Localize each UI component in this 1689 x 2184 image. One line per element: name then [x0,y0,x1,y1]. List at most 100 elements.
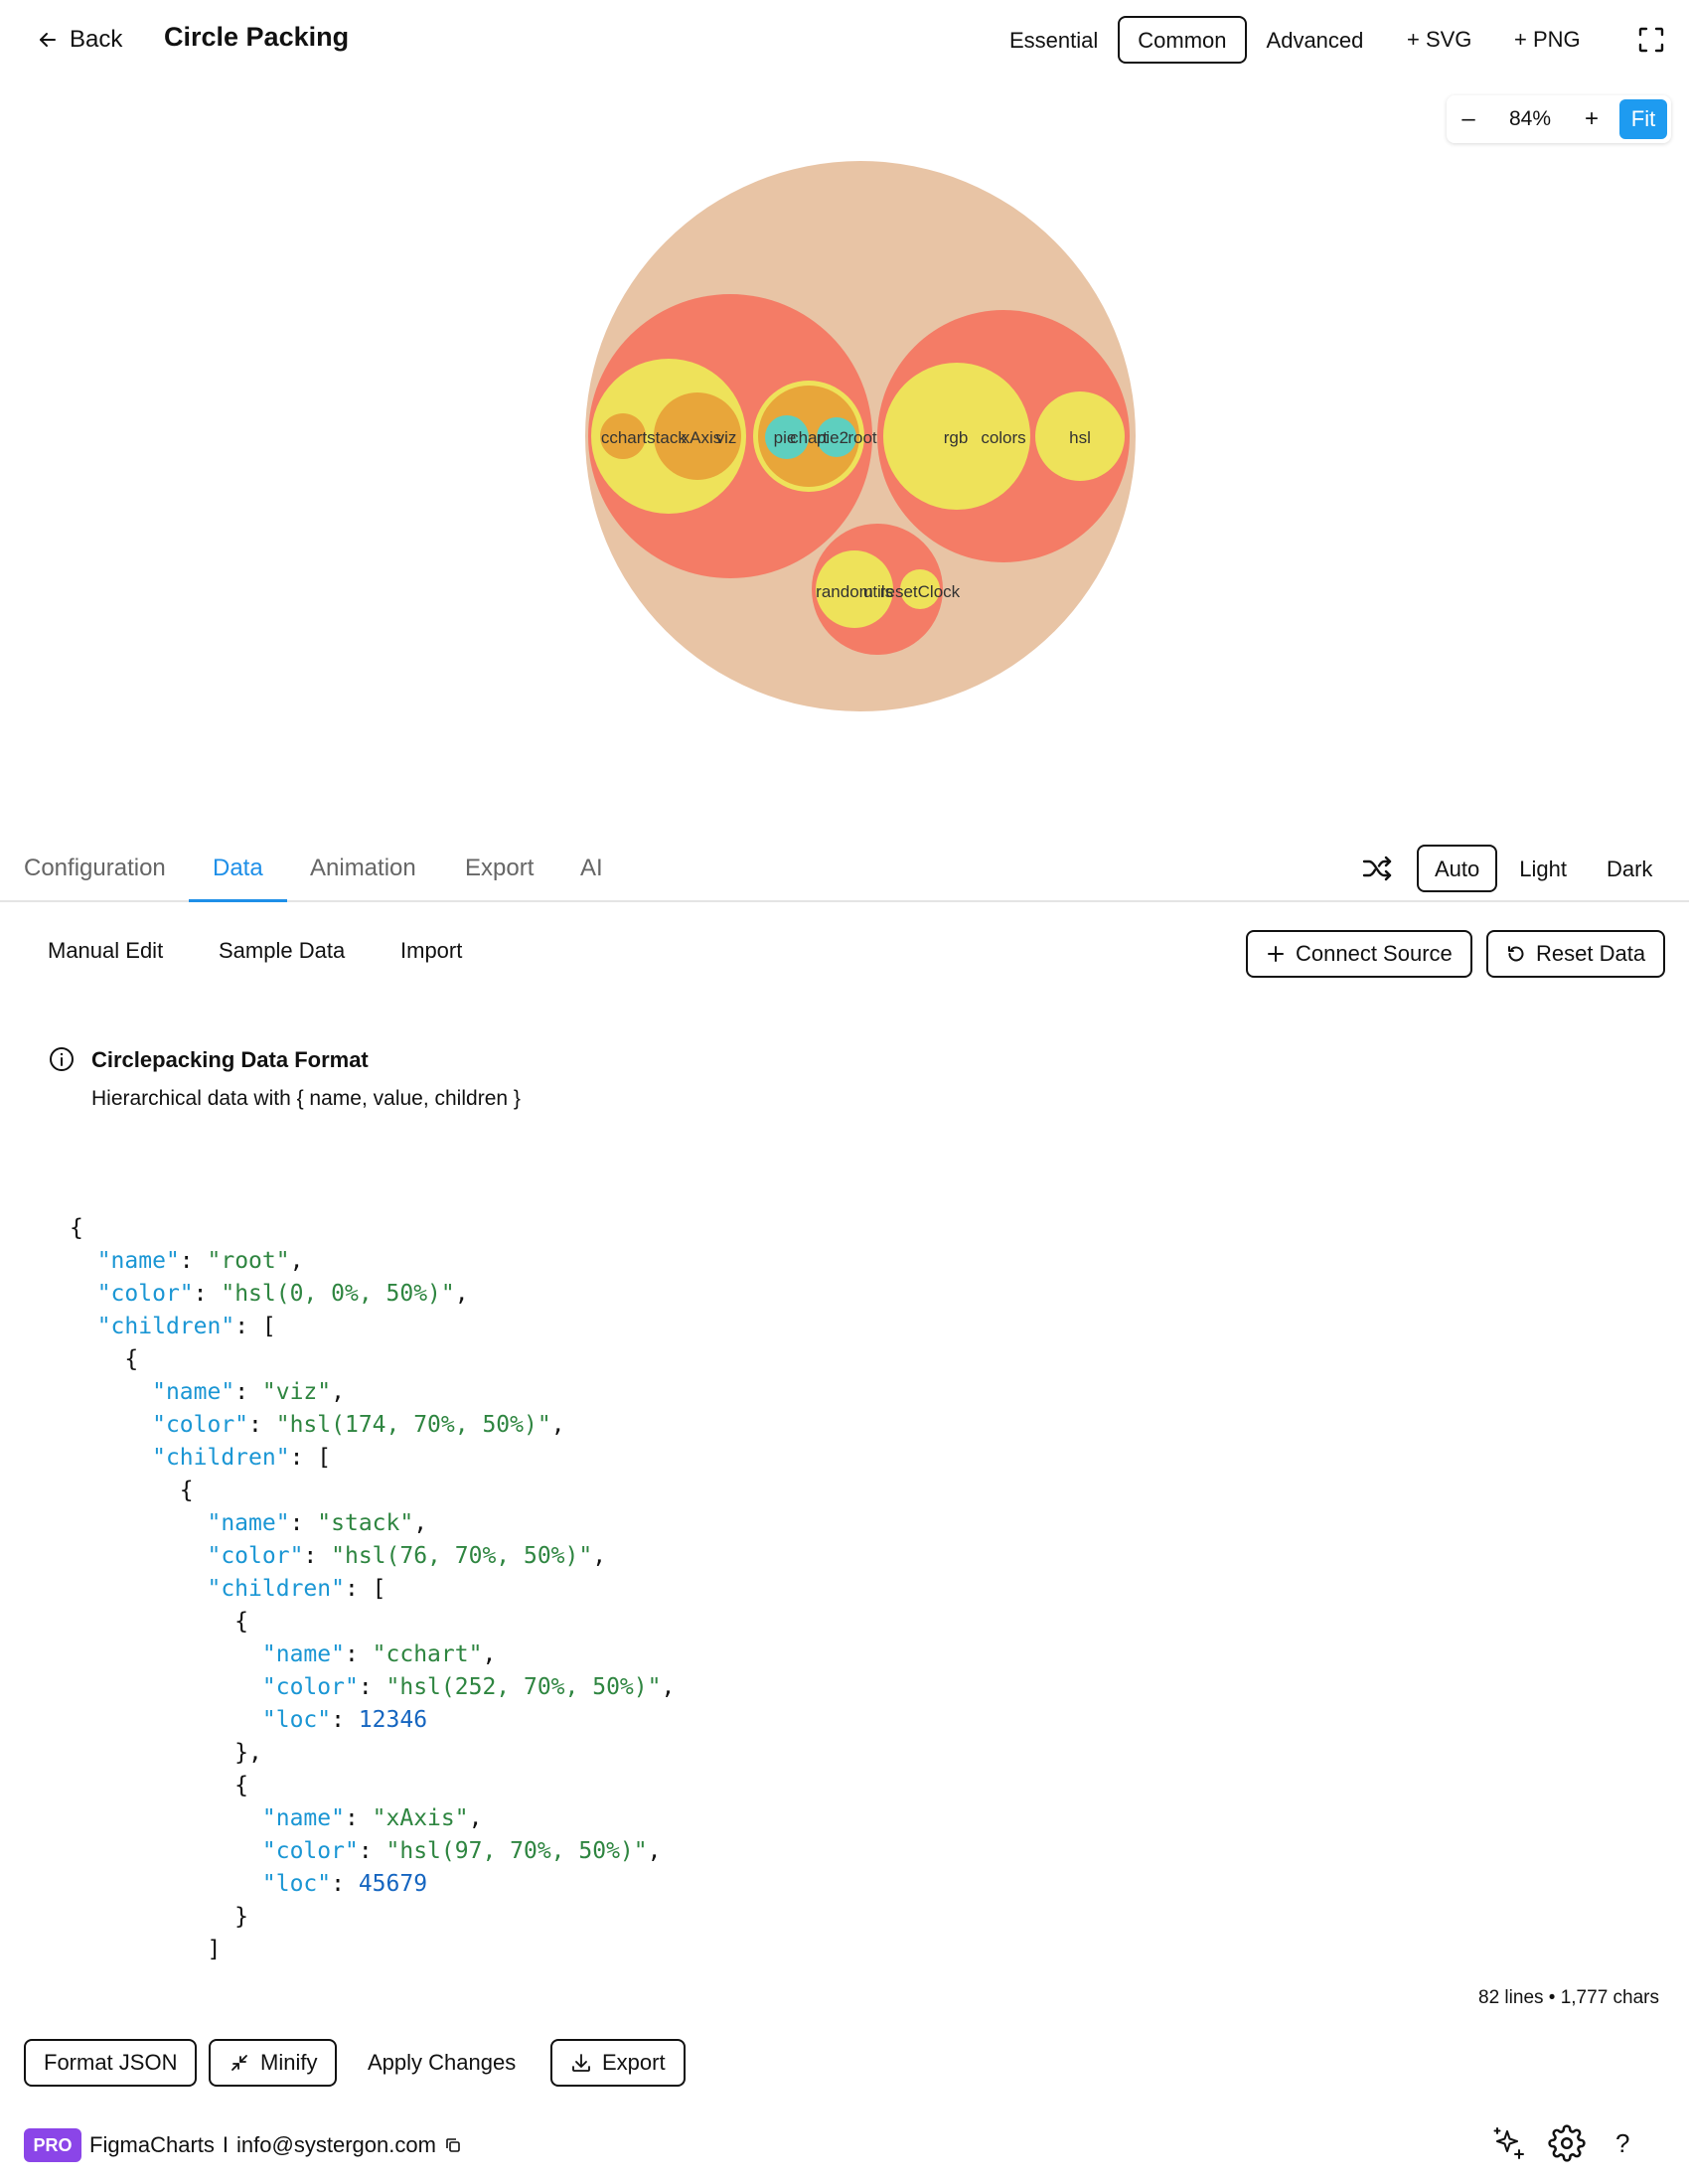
bubble-label: root [847,428,877,447]
code-token-key: "color" [96,1281,194,1307]
subtab-manual-edit[interactable]: Manual Edit [48,938,163,964]
brand-name: FigmaCharts [89,2132,215,2157]
code-token-pun: : [ [234,1314,276,1339]
brand-separator: I [222,2132,230,2157]
copy-icon[interactable] [444,2136,462,2154]
code-token-str: "hsl(97, 70%, 50%)" [385,1838,648,1864]
code-token-pun: , [550,1412,565,1438]
code-token-pun: { [70,1609,249,1635]
header: Back Circle Packing Essential Common Adv… [0,0,1689,78]
code-token-pun [70,1281,97,1307]
chart-canvas: cchart stackxAxisviz piechartpie2 root rgb co… [585,161,1136,711]
code-line: ] [70,1934,1659,1966]
code-token-pun [70,1641,262,1667]
tab-configuration[interactable]: Configuration [24,853,166,902]
format-json-label: Format JSON [44,2050,178,2075]
code-token-num: 12346 [358,1707,428,1733]
theme-dark[interactable]: Dark [1589,845,1670,892]
settings-gear-icon[interactable] [1548,2124,1586,2162]
code-token-str: "hsl(174, 70%, 50%)" [275,1412,551,1438]
bubble-label: cchart [601,428,648,447]
contact-email[interactable]: info@systergon.com [236,2132,436,2158]
data-format-title: Circlepacking Data Format [91,1047,369,1072]
tab-ai[interactable]: AI [580,853,603,902]
shuffle-icon[interactable] [1361,853,1393,884]
code-token-pun: ] [70,1937,222,1962]
code-token-pun: , [331,1379,345,1405]
code-token-key: "loc" [261,1871,332,1897]
code-token-pun: : [234,1379,262,1405]
footer-brand: FigmaCharts I info@systergon.com [89,2132,462,2158]
code-token-key: "color" [152,1412,249,1438]
subtab-import[interactable]: Import [400,938,462,964]
code-token-key: "children" [96,1314,235,1339]
mode-advanced[interactable]: Advanced [1247,16,1384,64]
mode-common[interactable]: Common [1118,16,1247,64]
minify-button[interactable]: Minify [209,2039,338,2087]
help-icon[interactable]: ? [1615,2128,1629,2159]
bubble-label: colors [981,428,1025,447]
mode-selector: Essential Common Advanced [990,16,1383,64]
plus-icon [1268,946,1284,962]
zoom-level: 84% [1508,107,1552,130]
code-token-pun: , [482,1641,497,1667]
add-svg-button[interactable]: + SVG [1407,20,1471,60]
zoom-out-button[interactable]: – [1447,105,1490,133]
connect-source-button[interactable]: Connect Source [1246,930,1472,978]
code-line: "children": [ [70,1573,1659,1606]
code-token-pun [70,1805,262,1831]
code-token-pun [70,1445,152,1471]
code-line: "children": [ [70,1442,1659,1475]
apply-changes-button[interactable]: Apply Changes [368,2039,516,2087]
ai-sparkle-icon[interactable] [1490,2124,1528,2162]
code-token-pun: : [331,1871,359,1897]
mode-essential[interactable]: Essential [990,16,1118,64]
export-button[interactable]: Export [550,2039,686,2087]
code-token-pun: , [661,1674,676,1700]
code-token-str: "root" [207,1248,290,1274]
bubble-label: viz [716,428,737,447]
zoom-in-button[interactable]: + [1570,105,1613,133]
page-title: Circle Packing [164,22,350,52]
code-token-key: "name" [261,1641,345,1667]
code-line: "name": "stack", [70,1507,1659,1540]
back-button[interactable]: Back [36,20,122,60]
theme-light[interactable]: Light [1501,845,1585,892]
code-line: "loc": 45679 [70,1868,1659,1901]
tab-data[interactable]: Data [189,853,287,902]
code-token-pun: : [344,1805,373,1831]
code-token-pun: : [344,1641,373,1667]
code-token-pun [70,1543,207,1569]
code-line: }, [70,1737,1659,1770]
code-token-pun: }, [70,1740,262,1766]
code-token-num: 45679 [358,1871,428,1897]
tab-animation[interactable]: Animation [310,853,416,902]
code-token-str: "hsl(76, 70%, 50%)" [331,1543,593,1569]
code-token-pun [70,1510,207,1536]
code-line: { [70,1770,1659,1802]
json-editor[interactable]: { "name": "root", "color": "hsl(0, 0%, 5… [70,1212,1659,1967]
code-line: { [70,1212,1659,1245]
code-token-pun: { [70,1346,139,1372]
code-token-pun: , [289,1248,304,1274]
code-token-pun: : [179,1248,208,1274]
add-png-button[interactable]: + PNG [1514,20,1581,60]
code-token-key: "color" [207,1543,304,1569]
reset-data-button[interactable]: Reset Data [1486,930,1666,978]
fullscreen-icon[interactable] [1637,26,1665,54]
zoom-fit-button[interactable]: Fit [1619,99,1667,139]
code-token-str: "hsl(252, 70%, 50%)" [385,1674,662,1700]
code-line: { [70,1475,1659,1507]
format-json-button[interactable]: Format JSON [24,2039,198,2087]
code-line: "color": "hsl(174, 70%, 50%)", [70,1409,1659,1442]
bubble-label: pie2 [817,428,848,447]
code-token-pun [70,1248,97,1274]
code-line: "color": "hsl(97, 70%, 50%)", [70,1835,1659,1868]
subtab-sample-data[interactable]: Sample Data [219,938,345,964]
pro-badge: PRO [24,2128,81,2162]
code-token-key: "name" [152,1379,235,1405]
code-line: "name": "xAxis", [70,1802,1659,1835]
code-token-pun: { [70,1478,194,1503]
tab-export[interactable]: Export [465,853,534,902]
theme-auto[interactable]: Auto [1417,845,1498,892]
